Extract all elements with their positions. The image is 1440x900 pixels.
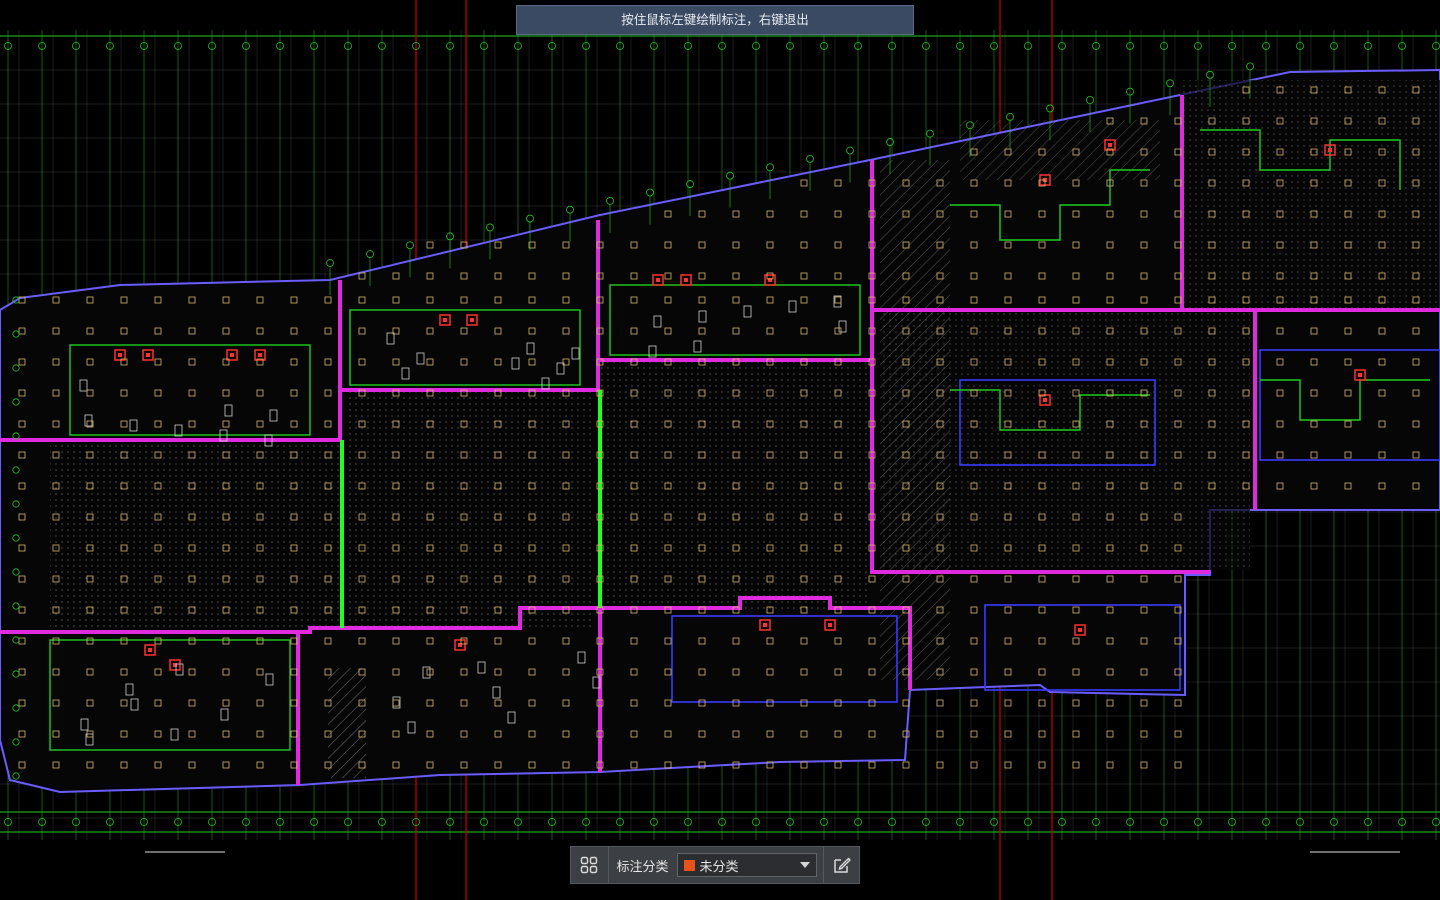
equipment-marker: [146, 353, 150, 357]
column-marker: [1038, 699, 1046, 707]
chevron-down-icon: [800, 862, 811, 868]
equipment-marker: [258, 353, 262, 357]
axis-bubble: [566, 205, 574, 214]
column-marker: [936, 699, 944, 707]
axis-bubble: [526, 214, 534, 223]
apps-grid-icon[interactable]: [571, 847, 609, 883]
axis-bubble: [646, 188, 654, 197]
column-marker: [1140, 761, 1148, 769]
column-marker: [1038, 730, 1046, 738]
column-marker: [902, 761, 910, 769]
equipment-marker: [1358, 373, 1362, 377]
column-marker: [1072, 761, 1080, 769]
column-marker: [1004, 730, 1012, 738]
column-marker: [936, 730, 944, 738]
column-marker: [970, 730, 978, 738]
column-marker: [1004, 761, 1012, 769]
axis-bubble: [1166, 79, 1174, 88]
axis-bubble: [606, 196, 614, 205]
column-marker: [1140, 730, 1148, 738]
column-marker: [1072, 730, 1080, 738]
axis-bubble: [366, 250, 374, 259]
axis-bubble: [846, 146, 854, 155]
column-marker: [1106, 699, 1114, 707]
equipment-marker: [684, 278, 688, 282]
axis-bubble: [1006, 112, 1014, 121]
equipment-marker: [763, 623, 767, 627]
title-underline: [145, 851, 225, 853]
title-underline: [1310, 851, 1400, 853]
column-marker: [868, 761, 876, 769]
equipment-marker: [1078, 628, 1082, 632]
annotation-hint-banner: 按住鼠标左键绘制标注，右键退出: [516, 5, 914, 35]
column-marker: [970, 699, 978, 707]
column-marker: [426, 241, 434, 249]
equipment-marker: [148, 648, 152, 652]
equipment-marker: [656, 278, 660, 282]
column-marker: [834, 761, 842, 769]
column-marker: [1140, 699, 1148, 707]
axis-bubble: [766, 163, 774, 172]
axis-bubble: [1206, 70, 1214, 79]
equipment-marker: [470, 318, 474, 322]
axis-bubble: [806, 154, 814, 163]
column-marker: [1038, 761, 1046, 769]
column-marker: [1174, 761, 1182, 769]
category-value: 未分类: [699, 859, 739, 875]
category-select[interactable]: 未分类: [676, 853, 818, 877]
drawing-title-left: [145, 846, 225, 856]
drawing-title-right: [1310, 846, 1400, 856]
column-marker: [1072, 699, 1080, 707]
equipment-marker: [1043, 398, 1047, 402]
axis-bubble: [1086, 96, 1094, 104]
axis-bubble: [686, 180, 694, 188]
hatched-area: [345, 390, 595, 630]
category-color-swatch: [683, 859, 695, 871]
axis-bubble: [886, 138, 894, 146]
annotation-toolbar: 标注分类 未分类: [570, 846, 860, 884]
hatched-area: [600, 360, 870, 610]
axis-bubble: [406, 241, 414, 250]
hatched-area: [1180, 80, 1440, 310]
equipment-marker: [1328, 148, 1332, 152]
equipment-marker: [1108, 143, 1112, 147]
column-marker: [1106, 761, 1114, 769]
stair-hatch: [328, 668, 366, 778]
axis-bubble: [326, 259, 334, 267]
axis-bubble: [726, 171, 734, 180]
category-label: 标注分类: [616, 859, 669, 875]
column-marker: [1174, 730, 1182, 738]
edit-annotation-icon[interactable]: [823, 847, 859, 883]
equipment-marker: [828, 623, 832, 627]
axis-bubble: [926, 129, 934, 138]
ramp-hatch: [880, 160, 950, 680]
column-marker: [1004, 699, 1012, 707]
ramp-hatch: [960, 120, 1160, 180]
axis-bubble: [1246, 62, 1254, 71]
axis-bubble: [486, 223, 494, 232]
cad-drawing-canvas[interactable]: [0, 0, 1440, 900]
column-marker: [1106, 730, 1114, 738]
equipment-marker: [443, 318, 447, 322]
column-marker: [1174, 699, 1182, 707]
column-marker: [970, 761, 978, 769]
hatched-area: [50, 440, 340, 630]
equipment-marker: [230, 353, 234, 357]
column-marker: [936, 761, 944, 769]
column-marker: [800, 761, 808, 769]
equipment-marker: [118, 353, 122, 357]
